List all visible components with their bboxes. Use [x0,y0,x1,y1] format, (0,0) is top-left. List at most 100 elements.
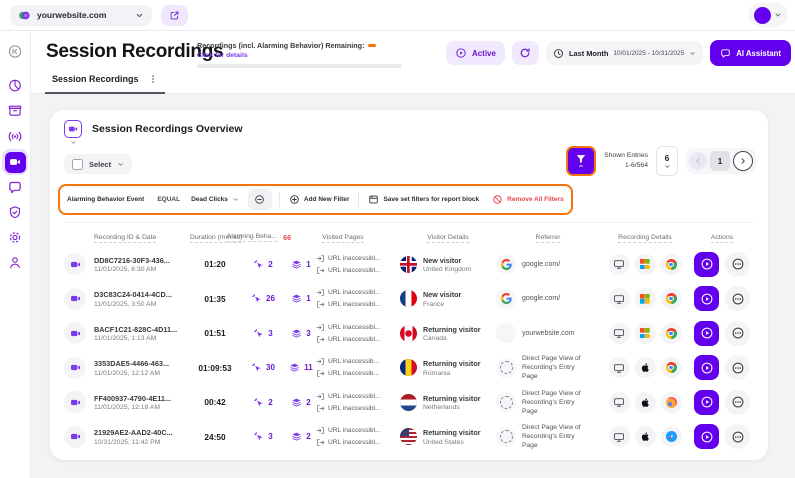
save-filters-button[interactable]: Save set filters for report block [362,194,485,205]
entry-url-icon [316,323,325,332]
sidebar-item-broadcast[interactable] [8,129,23,144]
remaining-indicator [368,44,376,48]
remove-all-filters-button[interactable]: Remove All Filters [485,194,570,205]
visitor-country: United Kingdom [423,266,471,273]
row-more-options-button[interactable] [725,321,750,346]
shield-icon [8,205,23,220]
video-camera-icon[interactable] [64,253,86,275]
col-visitor-details[interactable]: Visitor Details [400,234,496,241]
account-menu[interactable] [748,3,788,27]
col-visited-pages[interactable]: Visited Pages [286,234,400,241]
ellipsis-icon [731,395,745,409]
next-page-button[interactable] [733,151,753,171]
entry-url-link[interactable]: URL inaccessibl... [316,426,400,435]
arrow-right-icon [738,156,748,166]
sidebar-item-inbox[interactable] [8,103,23,118]
filter-field[interactable]: Alarming Behavior Event [60,196,151,203]
add-new-filter-button[interactable]: Add New Filter [283,194,356,205]
prev-page-button[interactable] [689,152,707,170]
row-more-options-button[interactable] [725,355,750,380]
exit-url-icon [316,404,325,413]
play-recording-button[interactable] [694,355,719,380]
sidebar [0,30,31,478]
col-recording-details[interactable]: Recording Details [600,234,690,241]
recording-date: 10/31/2025, 11:42 PM [94,439,190,446]
video-camera-icon[interactable] [64,288,86,310]
play-recording-button[interactable] [694,390,719,415]
collapse-sidebar-icon[interactable] [8,44,23,59]
play-recording-button[interactable] [694,321,719,346]
active-status-button[interactable]: Active [446,41,505,65]
sidebar-item-settings[interactable] [8,230,23,245]
pages-count: 1 [306,260,310,269]
flag-netherlands-icon [400,394,417,411]
chevron-down-icon [232,196,239,203]
kebab-menu-icon[interactable] [148,74,158,84]
layers-icon [289,362,300,373]
ellipsis-icon [731,257,745,271]
sidebar-item-session-recordings[interactable] [2,149,28,175]
play-recording-button[interactable] [694,286,719,311]
exit-url-link[interactable]: URL inaccessibl... [316,266,400,275]
select-dropdown[interactable]: Select [64,154,132,174]
panel-collapse-control[interactable] [64,120,82,146]
exit-url-link[interactable]: URL inaccessib... [316,369,400,378]
visitor-country: United States [423,439,481,446]
col-recording-id[interactable]: Recording ID & Date [94,234,190,241]
sidebar-item-privacy[interactable] [8,205,23,220]
col-alarming-behavior[interactable]: Alarming Beha... 66 [232,232,286,242]
ellipsis-icon [731,361,745,375]
video-camera-icon[interactable] [64,391,86,413]
referrer-url: Direct Page View of Recording's Entry Pa… [522,389,592,416]
exit-url-link[interactable]: URL inaccessibl... [316,300,400,309]
sidebar-item-chat[interactable] [8,180,23,195]
video-camera-icon[interactable] [64,357,86,379]
page-size-select[interactable]: 6 [656,146,678,176]
row-more-options-button[interactable] [725,424,750,449]
shown-entries: Shown Entries 1-6/564 [604,151,648,171]
select-all-checkbox[interactable] [72,159,83,170]
visitor-country: Canada [423,335,481,342]
exit-url-link[interactable]: URL inaccessibl... [316,438,400,447]
exit-url-link[interactable]: URL inaccessibl... [316,404,400,413]
save-filters-label: Save set filters for report block [383,196,479,203]
entry-url-link[interactable]: URL inaccessibl... [316,323,400,332]
chrome-icon [661,254,682,275]
click-for-details-link[interactable]: Click for details [197,52,409,59]
col-referrer[interactable]: Referrer [496,234,600,241]
remove-filter-button[interactable] [248,189,272,210]
current-page[interactable]: 1 [710,151,730,171]
tab-session-recordings[interactable]: Session Recordings [45,66,165,94]
ai-assistant-button[interactable]: AI Assistant [710,40,791,66]
site-selector[interactable]: yourwebsite.com [10,5,152,26]
duration: 01:20 [190,259,240,269]
alarming-count: 3 [268,432,272,441]
play-recording-button[interactable] [694,252,719,277]
filter-button[interactable] [566,146,596,176]
video-camera-icon[interactable] [64,426,86,448]
video-camera-icon[interactable] [64,322,86,344]
row-more-options-button[interactable] [725,252,750,277]
entry-url-link[interactable]: URL inaccessib... [316,357,400,366]
filter-operator[interactable]: EQUAL [151,196,186,203]
row-more-options-button[interactable] [725,390,750,415]
safari-icon [661,426,682,447]
sidebar-item-analytics[interactable] [8,78,23,93]
filter-value-dropdown[interactable]: Dead Clicks [186,196,244,203]
entry-url-link[interactable]: URL inaccessibl... [316,392,400,401]
date-range-picker[interactable]: Last Month 10/01/2025 - 10/31/2025 [546,41,703,65]
refresh-button[interactable] [512,41,539,65]
chevron-down-icon [135,11,144,20]
row-more-options-button[interactable] [725,286,750,311]
clock-icon [553,48,564,59]
flag-canada-icon [400,325,417,342]
table-header-row: Recording ID & Date Duration (mm:ss) Ala… [64,229,754,245]
play-recording-button[interactable] [694,424,719,449]
sidebar-item-profile[interactable] [8,255,23,270]
exit-url-link[interactable]: URL inaccessibl... [316,335,400,344]
desktop-device-icon [609,357,630,378]
open-site-button[interactable] [161,5,188,26]
entry-url-link[interactable]: URL inaccessibl... [316,288,400,297]
entry-url-icon [316,254,325,263]
entry-url-link[interactable]: URL inaccessibl... [316,254,400,263]
